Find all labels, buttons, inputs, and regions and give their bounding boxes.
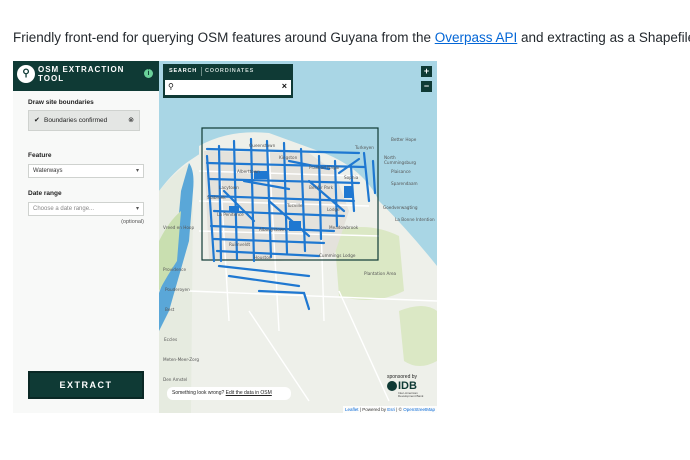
place-label: Plantation Area [364,271,397,276]
esri-link[interactable]: Esri [387,407,395,412]
chevron-down-icon: ▾ [135,168,139,174]
boundaries-confirmed-chip[interactable]: ✔ Boundaries confirmed ⊗ [28,110,140,131]
close-icon[interactable]: × [282,81,287,91]
green-area [334,227,404,300]
sidebar-header: ⚲ OSM EXTRACTION TOOL i [13,61,159,91]
place-label: Bel Air Park [309,185,334,190]
intro-before: Friendly front-end for querying OSM feat… [13,30,435,45]
place-label: Lodge [327,207,340,212]
tab-coordinates[interactable]: COORDINATES [205,68,254,74]
feature-value: Waterways [33,168,63,174]
place-label: Sophia [344,175,359,180]
date-range-placeholder: Choose a date range... [33,206,95,212]
sponsor-logo: sponsored by IDB Inter-American Developm… [385,374,433,400]
place-label: Meadowbrook [329,225,359,230]
report-issue-text: Something look wrong? [172,390,225,396]
osm-link[interactable]: OpenStreetMap [403,407,435,412]
search-icon: ⚲ [168,82,174,91]
search-input[interactable]: ⚲ × [165,80,291,95]
feature-label: Feature [28,152,52,159]
date-range-label: Date range [28,190,62,197]
pin-logo-icon: ⚲ [17,65,35,83]
zoom-in-button[interactable]: + [421,66,432,77]
place-label: Sparendaam [391,181,418,186]
attribution-sep: | © [394,407,404,412]
place-label: Providence [163,267,186,272]
map-attribution: Leaflet | Powered by Esri | © OpenStreet… [343,406,437,413]
place-label: Den Amstel [163,377,187,382]
place-label: Alberttown [237,169,260,174]
green-area [399,306,437,366]
app-title: OSM EXTRACTION TOOL [38,65,125,83]
search-panel: SEARCH COORDINATES ⚲ × [163,64,293,98]
place-label: Cummingsburg [384,160,416,165]
place-label: Stabroek [207,195,226,200]
place-label: Best [165,307,175,312]
clear-circle-icon[interactable]: ⊗ [128,116,134,124]
chevron-down-icon: ▾ [135,206,139,212]
place-label: Kingston [279,155,298,160]
overpass-api-link[interactable]: Overpass API [435,30,518,45]
place-label: Plaisance [391,169,411,174]
info-icon[interactable]: i [144,69,153,78]
tab-search[interactable]: SEARCH [169,68,197,74]
sidebar: ⚲ OSM EXTRACTION TOOL i Draw site bounda… [13,61,160,413]
place-label: Pouderoyen [165,287,190,292]
extract-button[interactable]: EXTRACT [28,371,144,399]
place-label: Ruimveldt [229,242,250,247]
attribution-text: | Powered by [358,407,388,412]
place-label: La Bonne Intention [395,217,435,222]
zoom-out-button[interactable]: − [421,81,432,92]
tab-separator [201,67,202,76]
place-label: Cummings Lodge [319,253,356,258]
leaflet-link[interactable]: Leaflet [345,407,359,412]
date-range-select[interactable]: Choose a date range... ▾ [28,202,144,216]
osm-extraction-app: ⚲ OSM EXTRACTION TOOL i Draw site bounda… [13,61,437,413]
sponsor-subtitle: Inter-American Development Bank [398,391,424,398]
idb-logo-icon [387,381,397,391]
place-label: Goedverwagting [383,205,418,210]
place-label: Albouystown [259,227,286,232]
edit-osm-link[interactable]: Edit the data in OSM [226,390,272,396]
check-icon: ✔ [34,117,40,124]
report-issue-bar: Something look wrong? Edit the data in O… [167,387,291,400]
place-label: Turkeyen [354,145,374,150]
place-label: Lacytown [219,185,239,190]
map-canvas[interactable]: Kingston Alberttown North Cummingsburg B… [159,61,437,413]
boundaries-status: Boundaries confirmed [44,117,108,124]
boundaries-label: Draw site boundaries [28,99,94,106]
place-label: La Penitence [217,212,244,217]
intro-after: and extracting as a Shapefile. [517,30,690,45]
optional-note: (optional) [121,219,144,225]
place-label: Better Hope [391,137,417,142]
place-label: Tucville [286,203,303,208]
place-label: Queenstown [249,143,276,148]
place-label: Houston [254,255,272,260]
place-label: Meten-Meer-Zorg [163,357,199,362]
place-label: Prashad Nagar [309,165,340,170]
map[interactable]: Kingston Alberttown North Cummingsburg B… [159,61,437,413]
place-label: Vreed en Hoop [163,225,194,230]
intro-text: Friendly front-end for querying OSM feat… [13,30,690,45]
feature-select[interactable]: Waterways ▾ [28,164,144,178]
place-label: Eccles [164,337,177,342]
